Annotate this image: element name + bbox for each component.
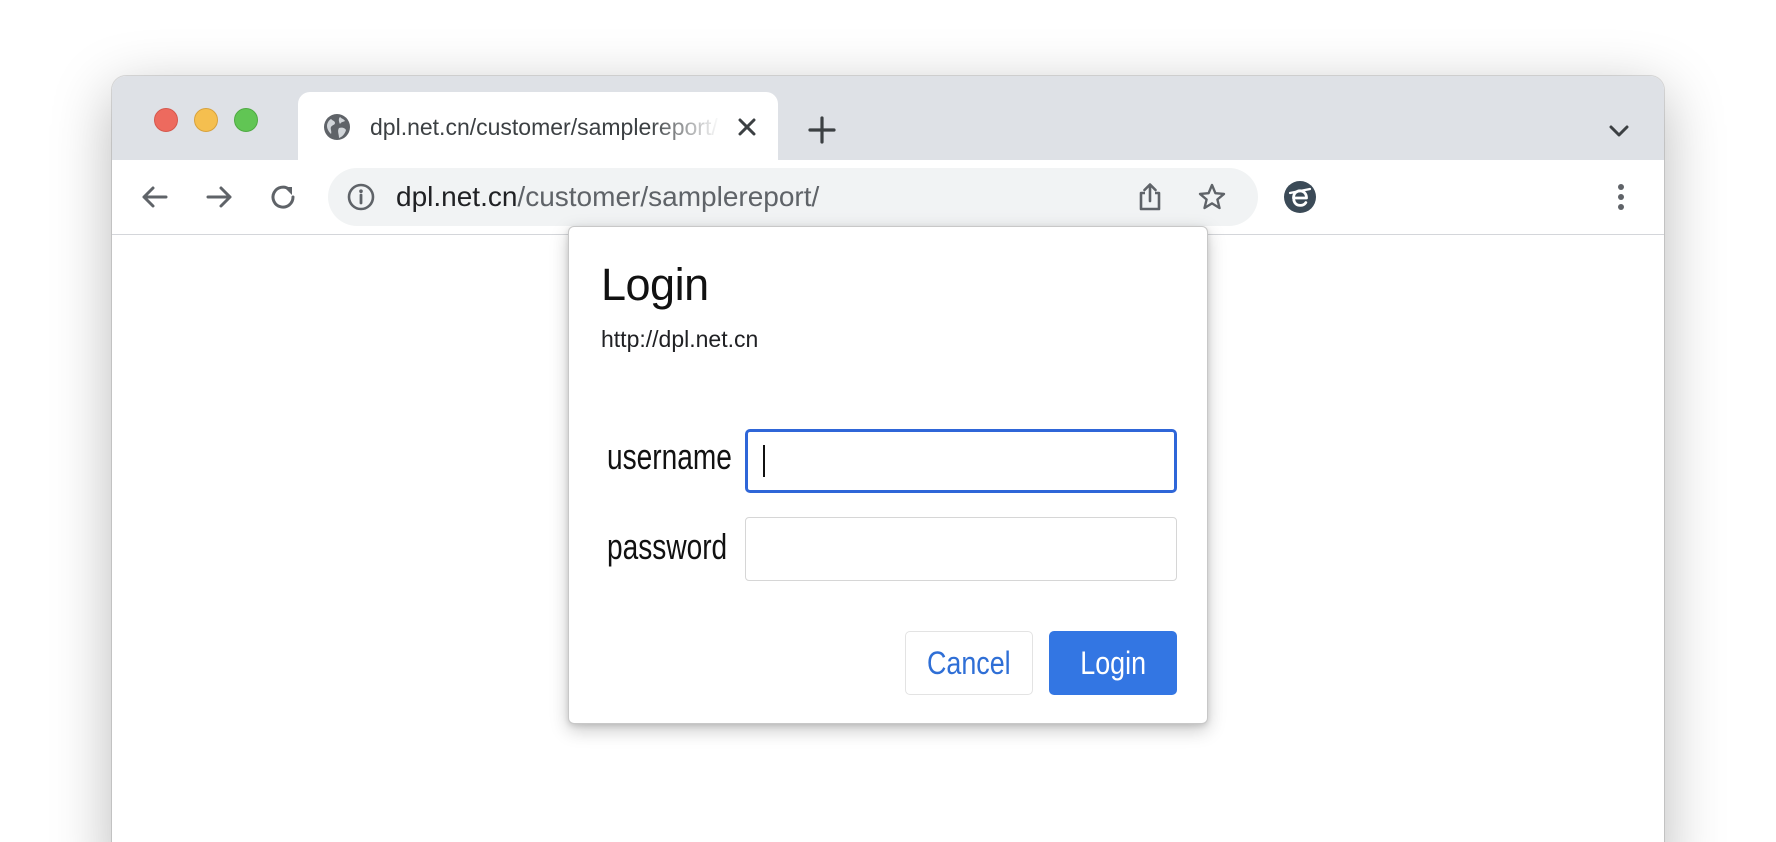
- password-label: password: [607, 526, 728, 567]
- star-icon[interactable]: [1196, 181, 1228, 213]
- active-tab[interactable]: dpl.net.cn/customer/samplereport/: [298, 92, 778, 160]
- url-path: /customer/samplereport/: [517, 181, 820, 212]
- url-host: dpl.net.cn: [396, 181, 518, 212]
- login-button-label: Login: [1080, 644, 1146, 681]
- tab-strip: dpl.net.cn/customer/samplereport/: [112, 76, 1664, 160]
- close-window-button[interactable]: [154, 108, 178, 132]
- back-icon[interactable]: [138, 180, 172, 214]
- close-tab-icon[interactable]: [734, 114, 760, 140]
- reload-icon[interactable]: [266, 180, 300, 214]
- share-icon[interactable]: [1134, 181, 1166, 213]
- username-input[interactable]: [745, 429, 1177, 493]
- text-caret: [763, 445, 765, 477]
- cancel-button[interactable]: Cancel: [905, 631, 1033, 695]
- info-icon[interactable]: [346, 182, 376, 212]
- login-button[interactable]: Login: [1049, 631, 1177, 695]
- forward-icon[interactable]: [202, 180, 236, 214]
- extension-icon[interactable]: [1282, 179, 1318, 215]
- url-text[interactable]: dpl.net.cn/customer/samplereport/: [396, 181, 819, 213]
- tab-title: dpl.net.cn/customer/samplereport/: [370, 114, 718, 140]
- username-label: username: [607, 436, 732, 477]
- kebab-menu-icon[interactable]: [1604, 180, 1638, 214]
- password-input[interactable]: [745, 517, 1177, 581]
- dialog-title: Login: [601, 259, 709, 310]
- new-tab-icon[interactable]: [804, 112, 840, 148]
- maximize-window-button[interactable]: [234, 108, 258, 132]
- screenshot-stage: dpl.net.cn/customer/samplereport/ dpl.ne…: [0, 0, 1776, 842]
- minimize-window-button[interactable]: [194, 108, 218, 132]
- cancel-button-label: Cancel: [927, 644, 1011, 681]
- globe-icon: [324, 114, 350, 140]
- login-dialog: Login http://dpl.net.cn username passwor…: [568, 226, 1208, 724]
- dialog-origin: http://dpl.net.cn: [601, 326, 759, 352]
- address-bar[interactable]: dpl.net.cn/customer/samplereport/: [328, 168, 1258, 226]
- chevron-down-icon[interactable]: [1604, 116, 1634, 146]
- browser-toolbar: dpl.net.cn/customer/samplereport/: [112, 160, 1664, 235]
